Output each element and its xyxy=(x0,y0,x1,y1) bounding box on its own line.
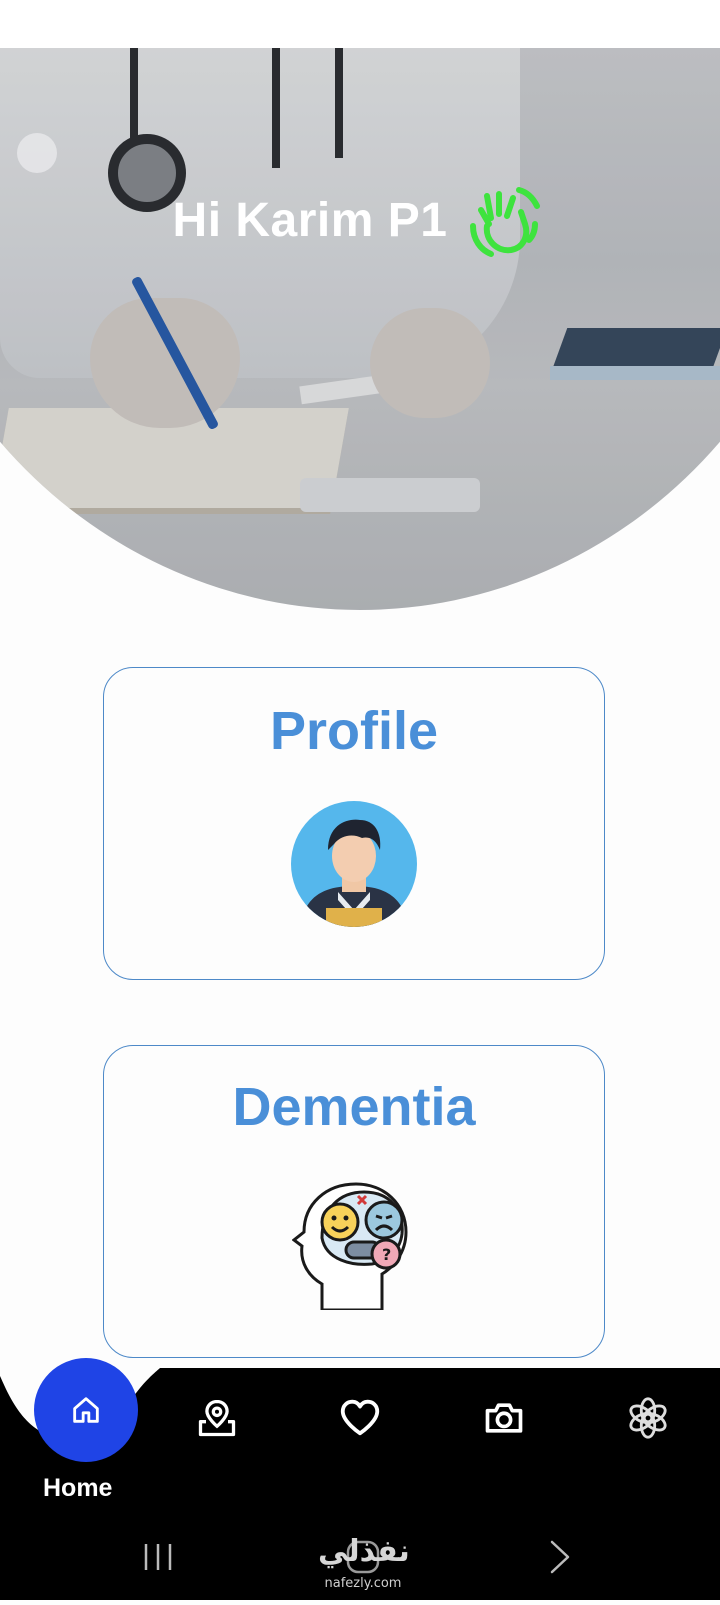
map-pin-icon xyxy=(198,1399,236,1437)
waving-hand-icon xyxy=(470,187,541,257)
camera-icon xyxy=(485,1403,523,1433)
nav-map-button[interactable] xyxy=(193,1394,241,1442)
ai-knot-icon xyxy=(629,1397,667,1439)
greeting: Hi Karim P1 xyxy=(0,180,720,260)
heart-icon xyxy=(340,1399,380,1436)
nav-camera-button[interactable] xyxy=(480,1394,528,1442)
greeting-text: Hi Karim P1 xyxy=(172,193,448,247)
hero-image xyxy=(0,48,720,610)
nav-ai-button[interactable] xyxy=(624,1394,672,1442)
svg-text:?: ? xyxy=(382,1245,391,1264)
hero-banner xyxy=(0,0,720,610)
back-chevron-icon[interactable] xyxy=(548,1540,572,1574)
recent-apps-icon[interactable] xyxy=(142,1542,174,1572)
avatar-icon xyxy=(291,801,417,927)
decorative-dot xyxy=(17,133,57,173)
system-home-button[interactable]: نفذلي nafezly.com xyxy=(318,1530,410,1600)
watermark-text: نفذلي xyxy=(318,1534,410,1569)
profile-title: Profile xyxy=(269,701,439,761)
watermark-subtext: nafezly.com xyxy=(324,1576,402,1591)
home-icon xyxy=(73,1397,99,1423)
brain-emotions-icon: ? xyxy=(292,1182,408,1310)
dementia-title: Dementia xyxy=(232,1077,476,1137)
dementia-card[interactable]: Dementia ? xyxy=(103,1045,605,1358)
nav-favorites-button[interactable] xyxy=(336,1394,384,1442)
home-button[interactable] xyxy=(34,1358,138,1462)
home-label: Home xyxy=(43,1474,113,1502)
profile-card[interactable]: Profile xyxy=(103,667,605,980)
